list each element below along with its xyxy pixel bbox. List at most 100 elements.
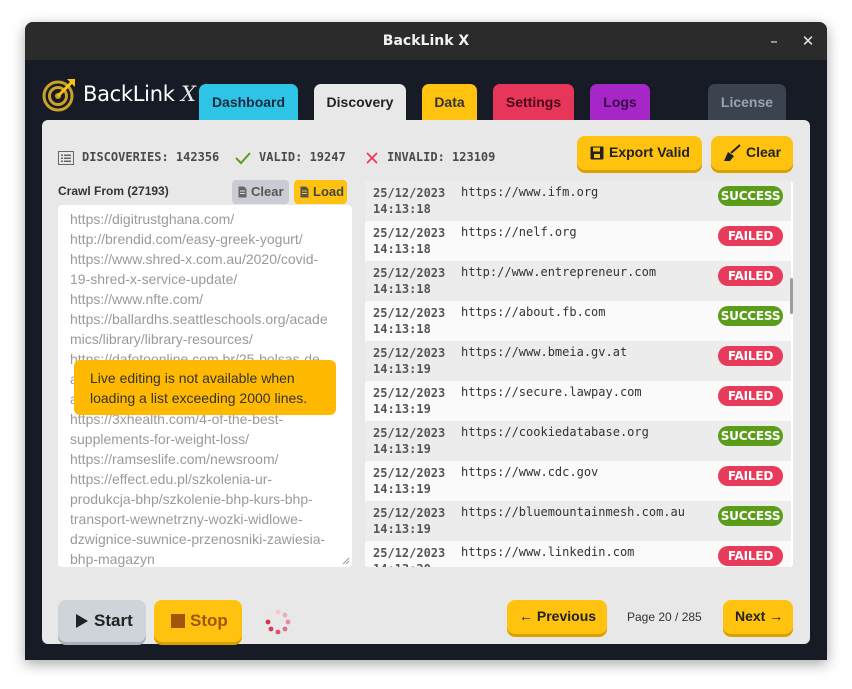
result-timestamp: 25/12/202314:13:20 xyxy=(373,545,453,567)
status-badge: SUCCESS xyxy=(718,186,783,206)
stop-button[interactable]: Stop xyxy=(154,600,242,642)
result-date: 25/12/2023 xyxy=(373,186,446,200)
crawl-line: produkcja-bhp/szkolenie-bhp-kurs-bhp- xyxy=(70,491,313,507)
document-icon xyxy=(238,186,247,198)
app-logo: BackLink X xyxy=(42,78,202,112)
status-badge: SUCCESS xyxy=(718,506,783,526)
crawl-clear-button[interactable]: Clear xyxy=(232,180,289,204)
previous-page-button[interactable]: ← Previous xyxy=(507,600,607,634)
tab-logs[interactable]: Logs xyxy=(590,84,650,120)
close-button[interactable]: ✕ xyxy=(798,31,818,51)
page-indicator: Page 20 / 285 xyxy=(627,610,702,624)
result-time: 14:13:18 xyxy=(373,202,431,216)
result-row[interactable]: 25/12/2023 14:13:19 https://secure.lawpay.… xyxy=(365,381,791,421)
results-scrollbar[interactable] xyxy=(790,278,793,314)
result-date: 25/12/2023 xyxy=(373,266,446,280)
crawl-line: transport-wewnetrzny-wozki-widlowe- xyxy=(70,511,303,527)
tab-license[interactable]: License xyxy=(708,84,786,120)
result-timestamp: 25/12/2023 14:13:18 xyxy=(373,305,453,337)
result-url: https://cookiedatabase.org xyxy=(461,425,649,439)
crawl-line: https://www.shred-x.com.au/2020/covid- xyxy=(70,251,319,267)
crawl-line: mics/library/library-resources/ xyxy=(70,331,253,347)
check-icon xyxy=(235,152,251,165)
crawl-line: https://ramseslife.com/newsroom/ xyxy=(70,451,279,467)
result-date: 25/12/2023 xyxy=(373,226,446,240)
next-page-button[interactable]: Next → xyxy=(723,600,793,634)
floppy-disk-icon xyxy=(590,146,604,160)
discoveries-count: DISCOVERIES: 142356 xyxy=(82,150,220,164)
result-url: https://www.ifm.org xyxy=(461,185,599,199)
result-url: https://www.cdc.gov xyxy=(461,465,599,479)
result-timestamp: 25/12/2023 14:13:18 xyxy=(373,185,453,217)
result-time: 14:13:19 xyxy=(373,442,431,456)
crawl-load-button[interactable]: Load xyxy=(294,180,347,204)
broom-icon xyxy=(724,144,741,161)
result-url: https://www.bmeia.gv.at xyxy=(461,345,628,359)
clear-results-button[interactable]: Clear xyxy=(711,136,793,170)
result-url: https://www.linkedin.com xyxy=(461,545,635,559)
result-url: https://secure.lawpay.com xyxy=(461,385,642,399)
result-timestamp: 25/12/2023 14:13:19 xyxy=(373,385,453,417)
status-badge: FAILED xyxy=(718,546,783,566)
valid-count: VALID: 19247 xyxy=(259,150,346,164)
export-valid-button[interactable]: Export Valid xyxy=(577,136,702,170)
resize-grip-icon[interactable] xyxy=(342,557,350,565)
start-button[interactable]: Start xyxy=(58,600,146,642)
result-date: 25/12/2023 xyxy=(373,346,446,360)
result-row[interactable]: 25/12/2023 14:13:18 https://www.ifm.org SUC… xyxy=(365,181,791,221)
result-row[interactable]: 25/12/2023 14:13:19 https://www.cdc.gov FAI… xyxy=(365,461,791,501)
result-row[interactable]: 25/12/2023 14:13:18 https://about.fb.com SU… xyxy=(365,301,791,341)
crawl-line: dzwignice-suwnice-przenosniki-zawiesia- xyxy=(70,531,326,547)
crawl-line: https://www.nfte.com/ xyxy=(70,291,204,307)
list-icon xyxy=(58,151,74,165)
export-valid-label: Export Valid xyxy=(609,144,690,160)
crawl-line: 19-shred-x-service-update/ xyxy=(70,271,238,287)
target-arrow-icon xyxy=(42,79,75,112)
tab-data[interactable]: Data xyxy=(422,84,477,120)
crawl-line: bhp-magazyn xyxy=(70,551,155,567)
invalid-count: INVALID: 123109 xyxy=(387,150,496,164)
result-row[interactable]: 25/12/202314:13:20 https://www.linkedin.c… xyxy=(365,541,791,567)
live-editing-toast: Live editing is not available when loadi… xyxy=(74,360,336,415)
result-time: 14:13:18 xyxy=(373,282,431,296)
minimize-button[interactable]: – xyxy=(764,31,784,51)
status-badge: SUCCESS xyxy=(718,306,783,326)
result-date: 25/12/2023 xyxy=(373,386,446,400)
results-list[interactable]: 25/12/2023 14:13:18 https://www.ifm.org SUC… xyxy=(365,181,793,567)
result-row[interactable]: 25/12/2023 14:13:19 https://cookiedatabase… xyxy=(365,421,791,461)
result-time: 14:13:18 xyxy=(373,242,431,256)
crawl-load-label: Load xyxy=(313,184,345,199)
result-time: 14:13:19 xyxy=(373,362,431,376)
play-icon xyxy=(76,614,88,628)
tab-discovery[interactable]: Discovery xyxy=(314,84,406,122)
start-label: Start xyxy=(94,611,133,630)
result-time: 14:13:19 xyxy=(373,522,431,536)
result-date: 25/12/2023 xyxy=(373,546,446,560)
tab-settings[interactable]: Settings xyxy=(493,84,574,120)
status-badge: SUCCESS xyxy=(718,426,783,446)
result-url: https://bluemountainmesh.com.au xyxy=(461,505,685,519)
result-time: 14:13:19 xyxy=(373,482,431,496)
crawl-line: supplements-for-weight-loss/ xyxy=(70,431,249,447)
logo-text-main: BackLink xyxy=(83,82,175,106)
app-window: BackLink X – ✕ BackLink X Dashboard Disc… xyxy=(25,22,827,660)
result-row[interactable]: 25/12/2023 14:13:18 http://www.entrepreneu… xyxy=(365,261,791,301)
tab-dashboard[interactable]: Dashboard xyxy=(199,84,298,120)
stop-label: Stop xyxy=(190,611,228,630)
status-badge: FAILED xyxy=(718,466,783,486)
crawl-from-label: Crawl From (27193) xyxy=(58,184,169,198)
result-row[interactable]: 25/12/2023 14:13:18 https://nelf.org FAILED xyxy=(365,221,791,261)
stop-icon xyxy=(171,614,185,628)
result-row[interactable]: 25/12/2023 14:13:19 https://www.bmeia.gv.a… xyxy=(365,341,791,381)
result-row[interactable]: 25/12/2023 14:13:19 https://bluemountainme… xyxy=(365,501,791,541)
result-timestamp: 25/12/2023 14:13:19 xyxy=(373,465,453,497)
result-time: 14:13:18 xyxy=(373,322,431,336)
crawl-line: https://ballardhs.seattleschools.org/aca… xyxy=(70,311,328,327)
result-url: https://about.fb.com xyxy=(461,305,606,319)
discovery-panel: DISCOVERIES: 142356 VALID: 19247 INVALID… xyxy=(42,120,810,644)
result-url: http://www.entrepreneur.com xyxy=(461,265,657,279)
logo-text-x: X xyxy=(180,82,196,106)
result-date: 25/12/2023 xyxy=(373,506,446,520)
title-bar: BackLink X – ✕ xyxy=(25,22,827,60)
result-time: 14:13:20 xyxy=(373,561,453,567)
